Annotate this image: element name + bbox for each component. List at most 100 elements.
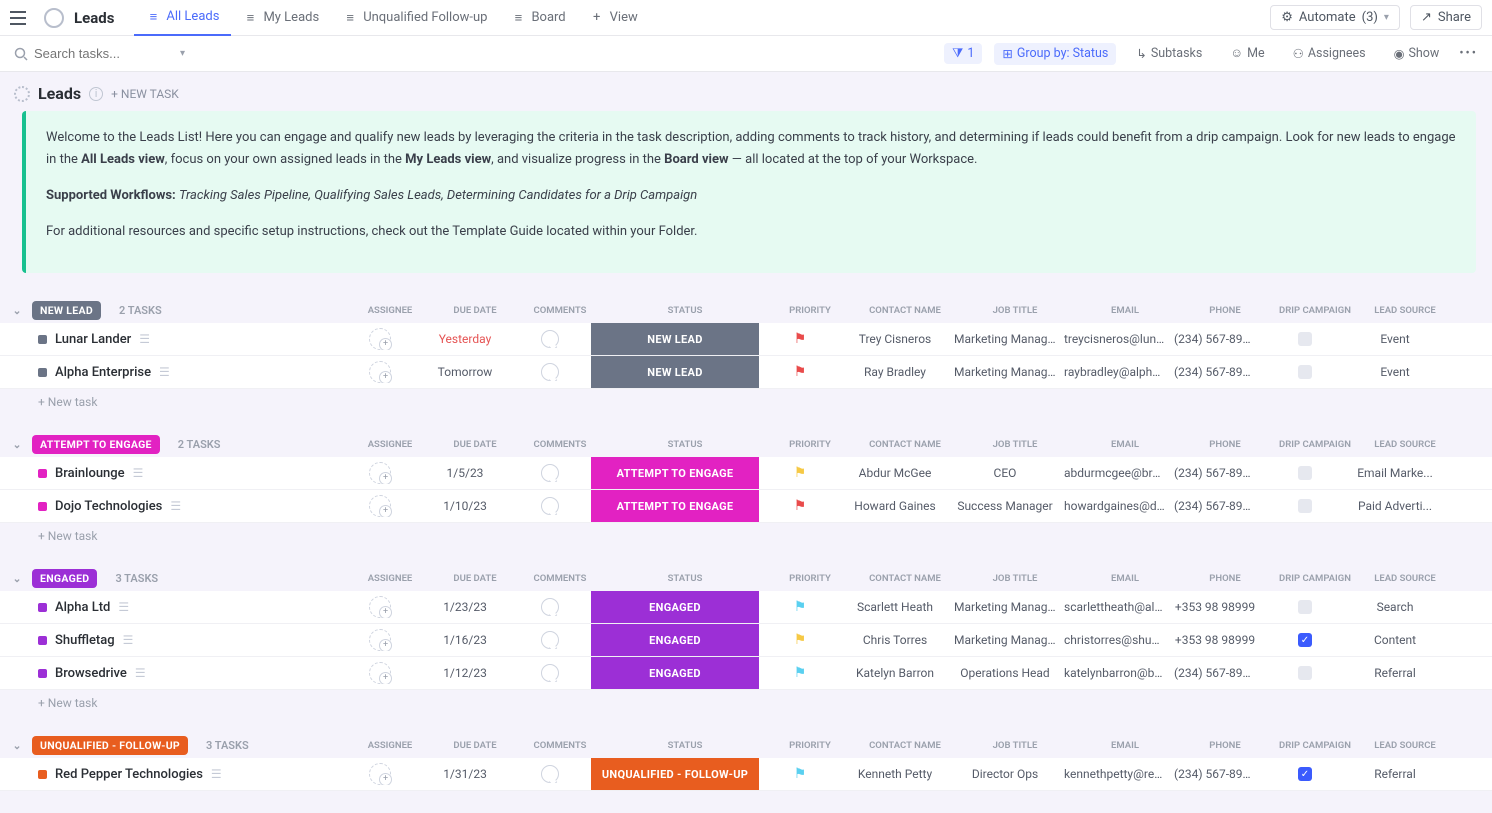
lead-source-cell[interactable]: Event [1350, 332, 1440, 346]
email-cell[interactable]: abdurmcgee@brainlo [1060, 466, 1170, 480]
contact-cell[interactable]: Trey Cisneros [840, 332, 950, 346]
assignee-add-icon[interactable] [369, 361, 391, 383]
column-header[interactable]: LEAD SOURCE [1360, 305, 1450, 316]
column-header[interactable]: DRIP CAMPAIGN [1270, 439, 1360, 450]
group-status-label[interactable]: NEW LEAD [32, 301, 101, 320]
due-date-cell[interactable]: Tomorrow [420, 365, 510, 379]
description-icon[interactable]: ☰ [118, 600, 129, 614]
priority-flag-icon[interactable]: ⚑ [794, 465, 807, 481]
drip-campaign-cell[interactable] [1260, 600, 1350, 614]
me-pill[interactable]: ☺ Me [1222, 43, 1272, 64]
phone-cell[interactable]: +353 98 98999 [1170, 633, 1260, 647]
status-badge[interactable]: NEW LEAD [591, 356, 759, 388]
group-status-label[interactable]: UNQUALIFIED - FOLLOW-UP [32, 736, 188, 755]
contact-cell[interactable]: Abdur McGee [840, 466, 950, 480]
column-header[interactable]: JOB TITLE [960, 439, 1070, 450]
column-header[interactable]: LEAD SOURCE [1360, 740, 1450, 751]
task-row[interactable]: Dojo Technologies☰1/10/23ATTEMPT TO ENGA… [0, 490, 1492, 523]
phone-cell[interactable]: (234) 567-8901 [1170, 365, 1260, 379]
drip-campaign-cell[interactable] [1260, 332, 1350, 346]
column-header[interactable]: DUE DATE [430, 439, 520, 450]
priority-flag-icon[interactable]: ⚑ [794, 331, 807, 347]
contact-cell[interactable]: Chris Torres [840, 633, 950, 647]
description-icon[interactable]: ☰ [139, 332, 150, 346]
assignee-add-icon[interactable] [369, 328, 391, 350]
column-header[interactable]: ASSIGNEE [350, 305, 430, 316]
column-header[interactable]: PHONE [1180, 573, 1270, 584]
column-header[interactable]: COMMENTS [520, 573, 600, 584]
column-header[interactable]: JOB TITLE [960, 573, 1070, 584]
comment-icon[interactable] [541, 664, 559, 682]
checkbox-empty-icon[interactable] [1298, 499, 1312, 513]
tab-view[interactable]: +View [578, 0, 650, 36]
email-cell[interactable]: kennethpetty@redpe [1060, 767, 1170, 781]
share-button[interactable]: ↗ Share [1410, 5, 1482, 30]
lead-source-cell[interactable]: Paid Adverti... [1350, 499, 1440, 513]
due-date-cell[interactable]: 1/10/23 [420, 499, 510, 513]
status-square-icon[interactable] [38, 669, 47, 678]
description-icon[interactable]: ☰ [133, 466, 144, 480]
column-header[interactable]: LEAD SOURCE [1360, 439, 1450, 450]
tab-all-leads[interactable]: ≡All Leads [134, 0, 231, 36]
job-cell[interactable]: Director Ops [950, 767, 1060, 781]
column-header[interactable]: STATUS [600, 439, 770, 450]
column-header[interactable]: COMMENTS [520, 439, 600, 450]
assignee-add-icon[interactable] [369, 629, 391, 651]
job-cell[interactable]: Marketing Manager [950, 365, 1060, 379]
column-header[interactable]: CONTACT NAME [850, 740, 960, 751]
column-header[interactable]: PHONE [1180, 740, 1270, 751]
column-header[interactable]: JOB TITLE [960, 305, 1070, 316]
column-header[interactable]: EMAIL [1070, 740, 1180, 751]
column-header[interactable]: PRIORITY [770, 305, 850, 316]
filter-pill[interactable]: ⧩ 1 [944, 43, 982, 64]
column-header[interactable]: PHONE [1180, 439, 1270, 450]
checkbox-empty-icon[interactable] [1298, 466, 1312, 480]
comment-icon[interactable] [541, 631, 559, 649]
due-date-cell[interactable]: 1/16/23 [420, 633, 510, 647]
task-row[interactable]: Red Pepper Technologies☰1/31/23UNQUALIFI… [0, 758, 1492, 791]
description-icon[interactable]: ☰ [135, 666, 146, 680]
task-row[interactable]: Shuffletag☰1/16/23ENGAGED⚑Chris TorresMa… [0, 624, 1492, 657]
phone-cell[interactable]: +353 98 98999 [1170, 600, 1260, 614]
status-square-icon[interactable] [38, 636, 47, 645]
column-header[interactable]: ASSIGNEE [350, 439, 430, 450]
new-task-button[interactable]: + New task [0, 389, 1492, 409]
phone-cell[interactable]: (234) 567-8901 [1170, 466, 1260, 480]
checkbox-empty-icon[interactable] [1298, 332, 1312, 346]
contact-cell[interactable]: Kenneth Petty [840, 767, 950, 781]
task-name-cell[interactable]: Dojo Technologies☰ [0, 499, 340, 514]
column-header[interactable]: JOB TITLE [960, 740, 1070, 751]
checkbox-checked-icon[interactable]: ✓ [1298, 767, 1312, 781]
task-name-cell[interactable]: Brainlounge☰ [0, 466, 340, 481]
job-cell[interactable]: CEO [950, 466, 1060, 480]
assignee-add-icon[interactable] [369, 763, 391, 785]
search-wrap[interactable]: ▾ [14, 46, 185, 61]
status-square-icon[interactable] [38, 469, 47, 478]
status-square-icon[interactable] [38, 770, 47, 779]
status-square-icon[interactable] [38, 603, 47, 612]
column-header[interactable]: STATUS [600, 305, 770, 316]
column-header[interactable]: DUE DATE [430, 740, 520, 751]
checkbox-empty-icon[interactable] [1298, 365, 1312, 379]
comment-icon[interactable] [541, 363, 559, 381]
column-header[interactable]: EMAIL [1070, 439, 1180, 450]
lead-source-cell[interactable]: Referral [1350, 767, 1440, 781]
drip-campaign-cell[interactable] [1260, 466, 1350, 480]
status-badge[interactable]: NEW LEAD [591, 323, 759, 355]
column-header[interactable]: LEAD SOURCE [1360, 573, 1450, 584]
collapse-icon[interactable]: ⌄ [10, 438, 24, 451]
status-badge[interactable]: ENGAGED [591, 591, 759, 623]
column-header[interactable]: CONTACT NAME [850, 305, 960, 316]
task-row[interactable]: Alpha Enterprise☰TomorrowNEW LEAD⚑Ray Br… [0, 356, 1492, 389]
assignee-add-icon[interactable] [369, 662, 391, 684]
contact-cell[interactable]: Katelyn Barron [840, 666, 950, 680]
task-row[interactable]: Brainlounge☰1/5/23ATTEMPT TO ENGAGE⚑Abdu… [0, 457, 1492, 490]
task-name-cell[interactable]: Alpha Ltd☰ [0, 600, 340, 615]
email-cell[interactable]: howardgaines@dojot [1060, 499, 1170, 513]
checkbox-empty-icon[interactable] [1298, 600, 1312, 614]
due-date-cell[interactable]: 1/5/23 [420, 466, 510, 480]
job-cell[interactable]: Marketing Manager [950, 332, 1060, 346]
job-cell[interactable]: Success Manager [950, 499, 1060, 513]
email-cell[interactable]: treycisneros@lunarla [1060, 332, 1170, 346]
contact-cell[interactable]: Scarlett Heath [840, 600, 950, 614]
